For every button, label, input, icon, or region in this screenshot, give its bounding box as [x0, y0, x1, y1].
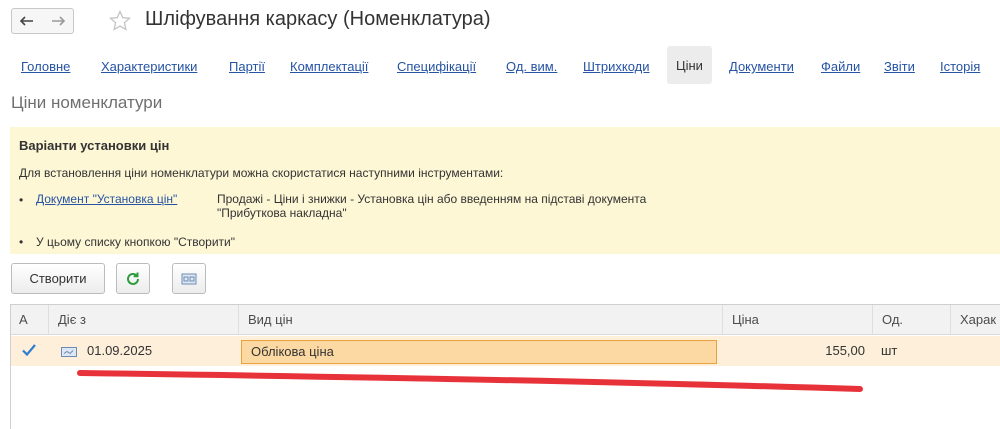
tab-bar: Головне Характеристики Партії Комплектац… [0, 46, 1000, 84]
tab-prices[interactable]: Ціни [667, 46, 712, 84]
tab-reports[interactable]: Звіти [884, 59, 915, 74]
tab-barcodes[interactable]: Штрихкоди [583, 59, 650, 74]
column-header-active[interactable]: А [11, 305, 48, 335]
output-list-button[interactable] [172, 263, 206, 294]
price-type-cell[interactable]: Облікова ціна [241, 340, 717, 364]
back-button[interactable] [11, 8, 43, 34]
section-title: Ціни номенклатури [11, 93, 163, 112]
prices-table: А Діє з Вид цін Ціна Од. Харак 01.09.202… [10, 304, 1000, 429]
tab-files[interactable]: Файли [821, 59, 860, 74]
forward-button[interactable] [42, 8, 74, 34]
title-bar: Шліфування каркасу (Номенклатура) [0, 0, 1000, 44]
table-header: А Діє з Вид цін Ціна Од. Харак [11, 305, 1000, 335]
tab-main[interactable]: Головне [21, 59, 70, 74]
unit-cell: шт [881, 343, 898, 358]
column-header-valid-from[interactable]: Діє з [48, 305, 238, 335]
info-heading: Варіанти установки цін [19, 138, 170, 153]
tab-documents[interactable]: Документи [729, 59, 794, 74]
tab-history[interactable]: Історія [940, 59, 980, 74]
price-cell: 155,00 [825, 343, 865, 358]
tab-characteristics[interactable]: Характеристики [101, 59, 197, 74]
info-intro: Для встановлення ціни номенклатури можна… [19, 166, 504, 180]
column-header-characteristic[interactable]: Харак [950, 305, 1000, 335]
column-header-unit[interactable]: Од. [872, 305, 950, 335]
doc-description: Продажі - Ціни і знижки - Установка цін … [217, 192, 647, 220]
column-header-price-type[interactable]: Вид цін [238, 305, 722, 335]
arrow-right-icon [51, 16, 65, 26]
refresh-button[interactable] [116, 263, 150, 294]
bullet-marker: • [19, 235, 24, 249]
tab-units[interactable]: Од. вим. [506, 59, 557, 74]
command-bar: Створити [0, 263, 1000, 297]
column-header-price[interactable]: Ціна [722, 305, 872, 335]
tab-batches[interactable]: Партії [229, 59, 265, 74]
create-button[interactable]: Створити [11, 263, 105, 294]
bullet-marker: • [19, 193, 24, 207]
table-row[interactable]: 01.09.2025 Облікова ціна 155,00 шт [11, 336, 1000, 366]
tab-kits[interactable]: Комплектації [290, 59, 368, 74]
info-panel: Варіанти установки цін Для встановлення … [10, 127, 1000, 254]
create-hint: У цьому списку кнопкою "Створити" [36, 235, 236, 249]
page-title: Шліфування каркасу (Номенклатура) [145, 8, 491, 30]
valid-from-cell: 01.09.2025 [87, 343, 153, 358]
refresh-icon [127, 272, 139, 285]
arrow-left-icon [20, 16, 33, 26]
list-output-icon [181, 273, 197, 284]
price-setting-document-link[interactable]: Документ "Установка цін" [36, 192, 177, 206]
tab-specifications[interactable]: Специфікації [397, 59, 476, 74]
record-icon [61, 347, 77, 357]
favorite-star-icon[interactable] [108, 9, 132, 33]
checkmark-icon [22, 344, 36, 357]
